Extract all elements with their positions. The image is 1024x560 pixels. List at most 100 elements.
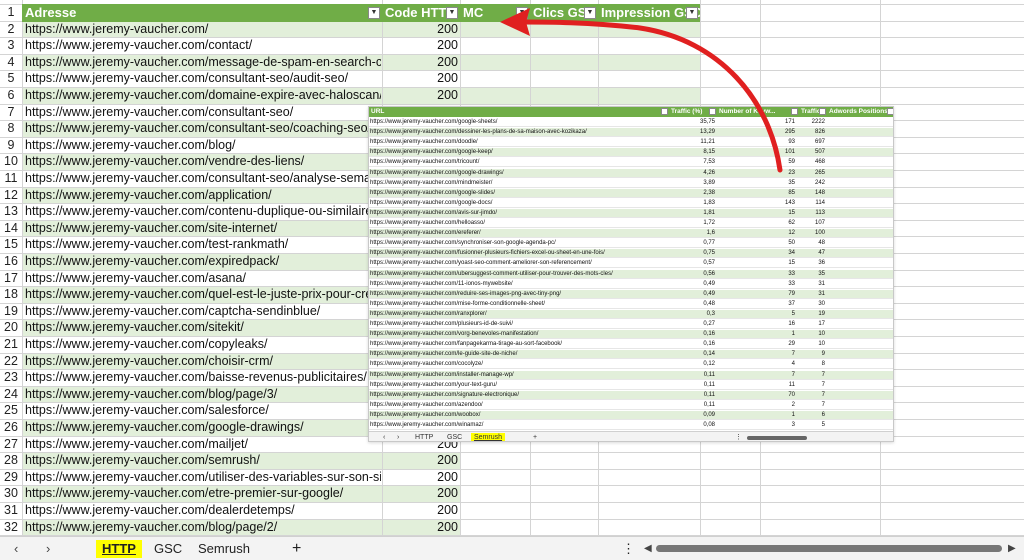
url-cell[interactable]: https://www.jeremy-vaucher.com/blog/page… <box>25 386 381 402</box>
row-number[interactable]: 5 <box>0 70 22 86</box>
filter-dropdown-icon[interactable]: ▼ <box>446 7 458 19</box>
http-code-cell[interactable]: 200 <box>384 37 458 53</box>
row-number[interactable]: 20 <box>0 319 22 335</box>
row-number[interactable]: 9 <box>0 137 22 153</box>
url-cell[interactable]: https://www.jeremy-vaucher.com/quel-est-… <box>25 286 381 302</box>
http-code-cell[interactable]: 200 <box>384 502 458 518</box>
url-cell[interactable]: https://www.jeremy-vaucher.com/consultan… <box>25 70 381 86</box>
filter-dropdown-icon[interactable]: ▼ <box>516 7 528 19</box>
row-number[interactable]: 14 <box>0 220 22 236</box>
row-number[interactable]: 4 <box>0 54 22 70</box>
scroll-right-icon[interactable]: ▶ <box>1008 540 1016 558</box>
row-number[interactable]: 25 <box>0 402 22 418</box>
inset-row: https://www.jeremy-vaucher.com/avis-sur-… <box>369 208 893 218</box>
more-options-icon[interactable]: ⋮ <box>622 540 635 558</box>
url-cell[interactable]: https://www.jeremy-vaucher.com/contact/ <box>25 37 381 53</box>
url-cell[interactable]: https://www.jeremy-vaucher.com/asana/ <box>25 270 381 286</box>
row-number[interactable]: 10 <box>0 153 22 169</box>
row-number[interactable]: 28 <box>0 452 22 468</box>
row-number[interactable]: 3 <box>0 37 22 53</box>
row-number[interactable]: 21 <box>0 336 22 352</box>
row-number[interactable]: 7 <box>0 104 22 120</box>
http-code-cell[interactable]: 200 <box>384 485 458 501</box>
url-cell[interactable]: https://www.jeremy-vaucher.com/expiredpa… <box>25 253 381 269</box>
row-number[interactable]: 23 <box>0 369 22 385</box>
url-cell[interactable]: https://www.jeremy-vaucher.com/sitekit/ <box>25 319 381 335</box>
row-number[interactable]: 2 <box>0 21 22 37</box>
row-number[interactable]: 1 <box>0 4 22 20</box>
http-code-cell[interactable]: 200 <box>384 21 458 37</box>
url-cell[interactable]: https://www.jeremy-vaucher.com/google-dr… <box>25 419 381 435</box>
url-cell[interactable]: https://www.jeremy-vaucher.com/salesforc… <box>25 402 381 418</box>
url-cell[interactable]: https://www.jeremy-vaucher.com/applicati… <box>25 187 381 203</box>
inset-row: https://www.jeremy-vaucher.com/google-sl… <box>369 188 893 198</box>
row-number[interactable]: 6 <box>0 87 22 103</box>
row-number[interactable]: 22 <box>0 353 22 369</box>
row-number[interactable]: 13 <box>0 203 22 219</box>
row-number[interactable]: 31 <box>0 502 22 518</box>
url-cell[interactable]: https://www.jeremy-vaucher.com/test-rank… <box>25 236 381 252</box>
url-cell[interactable]: https://www.jeremy-vaucher.com/blog/ <box>25 137 381 153</box>
url-cell[interactable]: https://www.jeremy-vaucher.com/blog/page… <box>25 519 381 535</box>
url-cell[interactable]: https://www.jeremy-vaucher.com/site-inte… <box>25 220 381 236</box>
url-cell[interactable]: https://www.jeremy-vaucher.com/ <box>25 21 381 37</box>
row-number[interactable]: 26 <box>0 419 22 435</box>
row-number[interactable]: 30 <box>0 485 22 501</box>
horizontal-scrollbar[interactable] <box>656 545 1002 552</box>
row-number[interactable]: 12 <box>0 187 22 203</box>
http-code-cell[interactable]: 200 <box>384 87 458 103</box>
header-cell[interactable]: Code HTTP ▼ <box>382 4 460 22</box>
url-cell[interactable]: https://www.jeremy-vaucher.com/choisir-c… <box>25 353 381 369</box>
http-code-cell[interactable]: 200 <box>384 519 458 535</box>
filter-dropdown-icon[interactable]: ▼ <box>368 7 380 19</box>
url-cell[interactable]: https://www.jeremy-vaucher.com/captcha-s… <box>25 303 381 319</box>
tab-http[interactable]: HTTP <box>96 540 142 558</box>
url-cell[interactable]: https://www.jeremy-vaucher.com/consultan… <box>25 120 381 136</box>
inset-traffic: 7 <box>821 371 825 378</box>
header-cell[interactable]: Impression GSC ▼ <box>598 4 700 22</box>
tab-semrush[interactable]: Semrush <box>198 540 250 558</box>
header-cell[interactable]: MC ▼ <box>460 4 530 22</box>
http-code-cell[interactable]: 200 <box>384 54 458 70</box>
url-cell[interactable]: https://www.jeremy-vaucher.com/domaine-e… <box>25 87 381 103</box>
row-number[interactable]: 18 <box>0 286 22 302</box>
add-sheet-icon[interactable]: + <box>292 540 301 558</box>
url-cell[interactable]: https://www.jeremy-vaucher.com/semrush/ <box>25 452 381 468</box>
scroll-left-icon[interactable]: ◀ <box>644 540 652 558</box>
url-cell[interactable]: https://www.jeremy-vaucher.com/copyleaks… <box>25 336 381 352</box>
url-cell[interactable]: https://www.jeremy-vaucher.com/dealerdet… <box>25 502 381 518</box>
inset-traffic: 107 <box>814 220 825 226</box>
header-cell[interactable]: Adresse ▼ <box>22 4 382 22</box>
url-cell[interactable]: https://www.jeremy-vaucher.com/message-d… <box>25 54 381 70</box>
row-number[interactable]: 19 <box>0 303 22 319</box>
url-cell[interactable]: https://www.jeremy-vaucher.com/vendre-de… <box>25 153 381 169</box>
row-number[interactable]: 15 <box>0 236 22 252</box>
next-sheet-icon[interactable]: › <box>46 540 50 558</box>
url-cell[interactable]: https://www.jeremy-vaucher.com/contenu-d… <box>25 203 381 219</box>
http-code-cell[interactable]: 200 <box>384 70 458 86</box>
row-number[interactable]: 8 <box>0 120 22 136</box>
url-cell[interactable]: https://www.jeremy-vaucher.com/utiliser-… <box>25 469 381 485</box>
inset-row: https://www.jeremy-vaucher.com/synchroni… <box>369 239 893 249</box>
url-cell[interactable]: https://www.jeremy-vaucher.com/consultan… <box>25 170 381 186</box>
url-cell[interactable]: https://www.jeremy-vaucher.com/etre-prem… <box>25 485 381 501</box>
row-number[interactable]: 11 <box>0 170 22 186</box>
header-label: Code HTTP <box>385 5 456 20</box>
tab-gsc[interactable]: GSC <box>154 540 182 558</box>
filter-dropdown-icon[interactable]: ▼ <box>686 7 698 19</box>
http-code-cell[interactable]: 200 <box>384 452 458 468</box>
prev-sheet-icon[interactable]: ‹ <box>14 540 18 558</box>
url-cell[interactable]: https://www.jeremy-vaucher.com/baisse-re… <box>25 369 381 385</box>
http-code-cell[interactable]: 200 <box>384 469 458 485</box>
row-number[interactable]: 24 <box>0 386 22 402</box>
row-number[interactable]: 27 <box>0 436 22 452</box>
row-number[interactable]: 16 <box>0 253 22 269</box>
url-cell[interactable]: https://www.jeremy-vaucher.com/mailjet/ <box>25 436 381 452</box>
header-cell[interactable]: Clics GSC ▼ <box>530 4 598 22</box>
inset-row: https://www.jeremy-vaucher.com/winamaz/0… <box>369 421 893 430</box>
row-number[interactable]: 32 <box>0 519 22 535</box>
url-cell[interactable]: https://www.jeremy-vaucher.com/consultan… <box>25 104 381 120</box>
row-number[interactable]: 17 <box>0 270 22 286</box>
row-number[interactable]: 29 <box>0 469 22 485</box>
filter-dropdown-icon[interactable]: ▼ <box>584 7 596 19</box>
